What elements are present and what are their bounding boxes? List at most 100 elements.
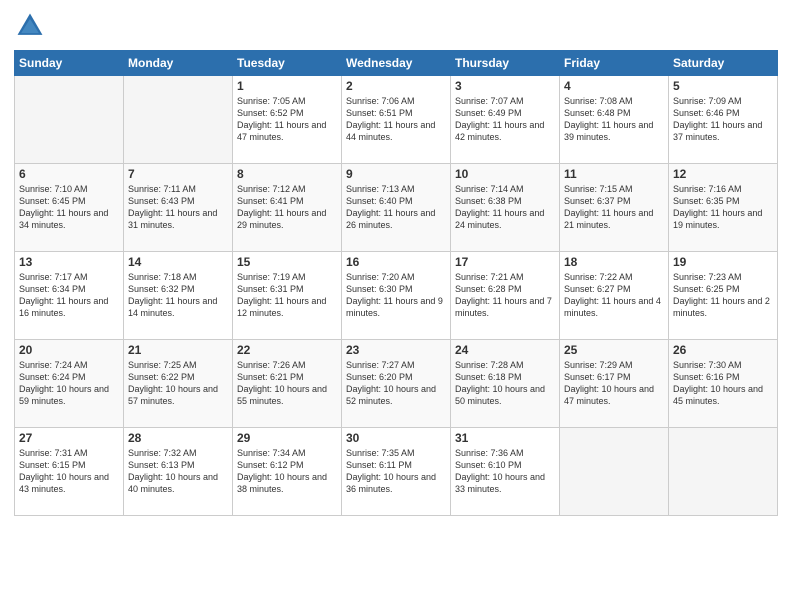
calendar-cell: 4 Sunrise: 7:08 AM Sunset: 6:48 PM Daylig…	[560, 76, 669, 164]
week-row-1: 1 Sunrise: 7:05 AM Sunset: 6:52 PM Daylig…	[15, 76, 778, 164]
cell-content: Sunrise: 7:09 AM Sunset: 6:46 PM Dayligh…	[673, 95, 773, 144]
cell-content: Sunrise: 7:13 AM Sunset: 6:40 PM Dayligh…	[346, 183, 446, 232]
cell-content: Sunrise: 7:36 AM Sunset: 6:10 PM Dayligh…	[455, 447, 555, 496]
calendar-cell: 8Sunrise: 7:12 AM Sunset: 6:41 PM Daylig…	[233, 164, 342, 252]
cell-content: Sunrise: 7:20 AM Sunset: 6:30 PM Dayligh…	[346, 271, 446, 320]
header-row: SundayMondayTuesdayWednesdayThursdayFrid…	[15, 51, 778, 76]
cell-content: Sunrise: 7:06 AM Sunset: 6:51 PM Dayligh…	[346, 95, 446, 144]
cell-content: Sunrise: 7:08 AM Sunset: 6:48 PM Dayligh…	[564, 95, 664, 144]
week-row-3: 13 Sunrise: 7:17 AM Sunset: 6:34 PM Dayli…	[15, 252, 778, 340]
calendar-cell	[15, 76, 124, 164]
header	[14, 10, 778, 42]
day-number: 14	[128, 255, 228, 269]
calendar-cell: 20 Sunrise: 7:24 AM Sunset: 6:24 PM Dayli…	[15, 340, 124, 428]
cell-content: Sunrise: 7:17 AM Sunset: 6:34 PM Dayligh…	[19, 271, 119, 320]
cell-content: Sunrise: 7:11 AM Sunset: 6:43 PM Dayligh…	[128, 183, 228, 232]
calendar-cell: 29Sunrise: 7:34 AM Sunset: 6:12 PM Dayli…	[233, 428, 342, 516]
calendar-cell: 27 Sunrise: 7:31 AM Sunset: 6:15 PM Dayli…	[15, 428, 124, 516]
day-number: 10	[455, 167, 555, 181]
cell-content: Sunrise: 7:31 AM Sunset: 6:15 PM Dayligh…	[19, 447, 119, 496]
day-header-friday: Friday	[560, 51, 669, 76]
cell-content: Sunrise: 7:24 AM Sunset: 6:24 PM Dayligh…	[19, 359, 119, 408]
cell-content: Sunrise: 7:28 AM Sunset: 6:18 PM Dayligh…	[455, 359, 555, 408]
calendar-cell: 7 Sunrise: 7:11 AM Sunset: 6:43 PM Daylig…	[124, 164, 233, 252]
cell-content: Sunrise: 7:26 AM Sunset: 6:21 PM Dayligh…	[237, 359, 337, 408]
calendar-cell: 17Sunrise: 7:21 AM Sunset: 6:28 PM Dayli…	[451, 252, 560, 340]
calendar-cell: 18 Sunrise: 7:22 AM Sunset: 6:27 PM Dayli…	[560, 252, 669, 340]
day-number: 22	[237, 343, 337, 357]
day-header-sunday: Sunday	[15, 51, 124, 76]
cell-content: Sunrise: 7:05 AM Sunset: 6:52 PM Dayligh…	[237, 95, 337, 144]
calendar-cell: 13 Sunrise: 7:17 AM Sunset: 6:34 PM Dayli…	[15, 252, 124, 340]
calendar-cell: 2 Sunrise: 7:06 AM Sunset: 6:51 PM Daylig…	[342, 76, 451, 164]
cell-content: Sunrise: 7:15 AM Sunset: 6:37 PM Dayligh…	[564, 183, 664, 232]
calendar-cell: 12 Sunrise: 7:16 AM Sunset: 6:35 PM Dayli…	[669, 164, 778, 252]
day-number: 11	[564, 167, 664, 181]
cell-content: Sunrise: 7:32 AM Sunset: 6:13 PM Dayligh…	[128, 447, 228, 496]
cell-content: Sunrise: 7:19 AM Sunset: 6:31 PM Dayligh…	[237, 271, 337, 320]
cell-content: Sunrise: 7:27 AM Sunset: 6:20 PM Dayligh…	[346, 359, 446, 408]
day-number: 7	[128, 167, 228, 181]
day-number: 2	[346, 79, 446, 93]
calendar-cell: 31 Sunrise: 7:36 AM Sunset: 6:10 PM Dayli…	[451, 428, 560, 516]
calendar-cell: 9 Sunrise: 7:13 AM Sunset: 6:40 PM Daylig…	[342, 164, 451, 252]
day-number: 13	[19, 255, 119, 269]
calendar-cell: 16 Sunrise: 7:20 AM Sunset: 6:30 PM Dayli…	[342, 252, 451, 340]
calendar-cell: 1 Sunrise: 7:05 AM Sunset: 6:52 PM Daylig…	[233, 76, 342, 164]
day-number: 8	[237, 167, 337, 181]
day-number: 18	[564, 255, 664, 269]
logo-icon	[14, 10, 46, 42]
calendar-cell: 3Sunrise: 7:07 AM Sunset: 6:49 PM Daylig…	[451, 76, 560, 164]
calendar-cell: 28Sunrise: 7:32 AM Sunset: 6:13 PM Dayli…	[124, 428, 233, 516]
day-number: 26	[673, 343, 773, 357]
calendar-cell: 19 Sunrise: 7:23 AM Sunset: 6:25 PM Dayli…	[669, 252, 778, 340]
calendar-cell: 5Sunrise: 7:09 AM Sunset: 6:46 PM Daylig…	[669, 76, 778, 164]
calendar-cell: 30Sunrise: 7:35 AM Sunset: 6:11 PM Dayli…	[342, 428, 451, 516]
calendar-cell: 24 Sunrise: 7:28 AM Sunset: 6:18 PM Dayli…	[451, 340, 560, 428]
day-number: 21	[128, 343, 228, 357]
logo	[14, 10, 50, 42]
calendar-cell	[560, 428, 669, 516]
day-number: 20	[19, 343, 119, 357]
cell-content: Sunrise: 7:23 AM Sunset: 6:25 PM Dayligh…	[673, 271, 773, 320]
calendar-cell	[669, 428, 778, 516]
day-header-wednesday: Wednesday	[342, 51, 451, 76]
cell-content: Sunrise: 7:22 AM Sunset: 6:27 PM Dayligh…	[564, 271, 664, 320]
cell-content: Sunrise: 7:21 AM Sunset: 6:28 PM Dayligh…	[455, 271, 555, 320]
week-row-2: 6Sunrise: 7:10 AM Sunset: 6:45 PM Daylig…	[15, 164, 778, 252]
day-number: 9	[346, 167, 446, 181]
day-number: 1	[237, 79, 337, 93]
calendar-cell: 22 Sunrise: 7:26 AM Sunset: 6:21 PM Dayli…	[233, 340, 342, 428]
day-number: 27	[19, 431, 119, 445]
calendar-cell: 6Sunrise: 7:10 AM Sunset: 6:45 PM Daylig…	[15, 164, 124, 252]
cell-content: Sunrise: 7:29 AM Sunset: 6:17 PM Dayligh…	[564, 359, 664, 408]
calendar-cell: 10Sunrise: 7:14 AM Sunset: 6:38 PM Dayli…	[451, 164, 560, 252]
week-row-5: 27 Sunrise: 7:31 AM Sunset: 6:15 PM Dayli…	[15, 428, 778, 516]
day-number: 12	[673, 167, 773, 181]
day-number: 6	[19, 167, 119, 181]
calendar-cell: 25 Sunrise: 7:29 AM Sunset: 6:17 PM Dayli…	[560, 340, 669, 428]
day-header-saturday: Saturday	[669, 51, 778, 76]
day-number: 4	[564, 79, 664, 93]
cell-content: Sunrise: 7:30 AM Sunset: 6:16 PM Dayligh…	[673, 359, 773, 408]
day-number: 19	[673, 255, 773, 269]
day-number: 25	[564, 343, 664, 357]
calendar-table: SundayMondayTuesdayWednesdayThursdayFrid…	[14, 50, 778, 516]
cell-content: Sunrise: 7:34 AM Sunset: 6:12 PM Dayligh…	[237, 447, 337, 496]
day-number: 16	[346, 255, 446, 269]
day-header-tuesday: Tuesday	[233, 51, 342, 76]
cell-content: Sunrise: 7:25 AM Sunset: 6:22 PM Dayligh…	[128, 359, 228, 408]
week-row-4: 20 Sunrise: 7:24 AM Sunset: 6:24 PM Dayli…	[15, 340, 778, 428]
day-header-thursday: Thursday	[451, 51, 560, 76]
calendar-cell: 14Sunrise: 7:18 AM Sunset: 6:32 PM Dayli…	[124, 252, 233, 340]
cell-content: Sunrise: 7:07 AM Sunset: 6:49 PM Dayligh…	[455, 95, 555, 144]
calendar-cell: 15 Sunrise: 7:19 AM Sunset: 6:31 PM Dayli…	[233, 252, 342, 340]
page: SundayMondayTuesdayWednesdayThursdayFrid…	[0, 0, 792, 612]
calendar-cell: 11 Sunrise: 7:15 AM Sunset: 6:37 PM Dayli…	[560, 164, 669, 252]
cell-content: Sunrise: 7:16 AM Sunset: 6:35 PM Dayligh…	[673, 183, 773, 232]
calendar-cell: 23Sunrise: 7:27 AM Sunset: 6:20 PM Dayli…	[342, 340, 451, 428]
day-number: 15	[237, 255, 337, 269]
day-number: 24	[455, 343, 555, 357]
day-number: 30	[346, 431, 446, 445]
day-number: 31	[455, 431, 555, 445]
